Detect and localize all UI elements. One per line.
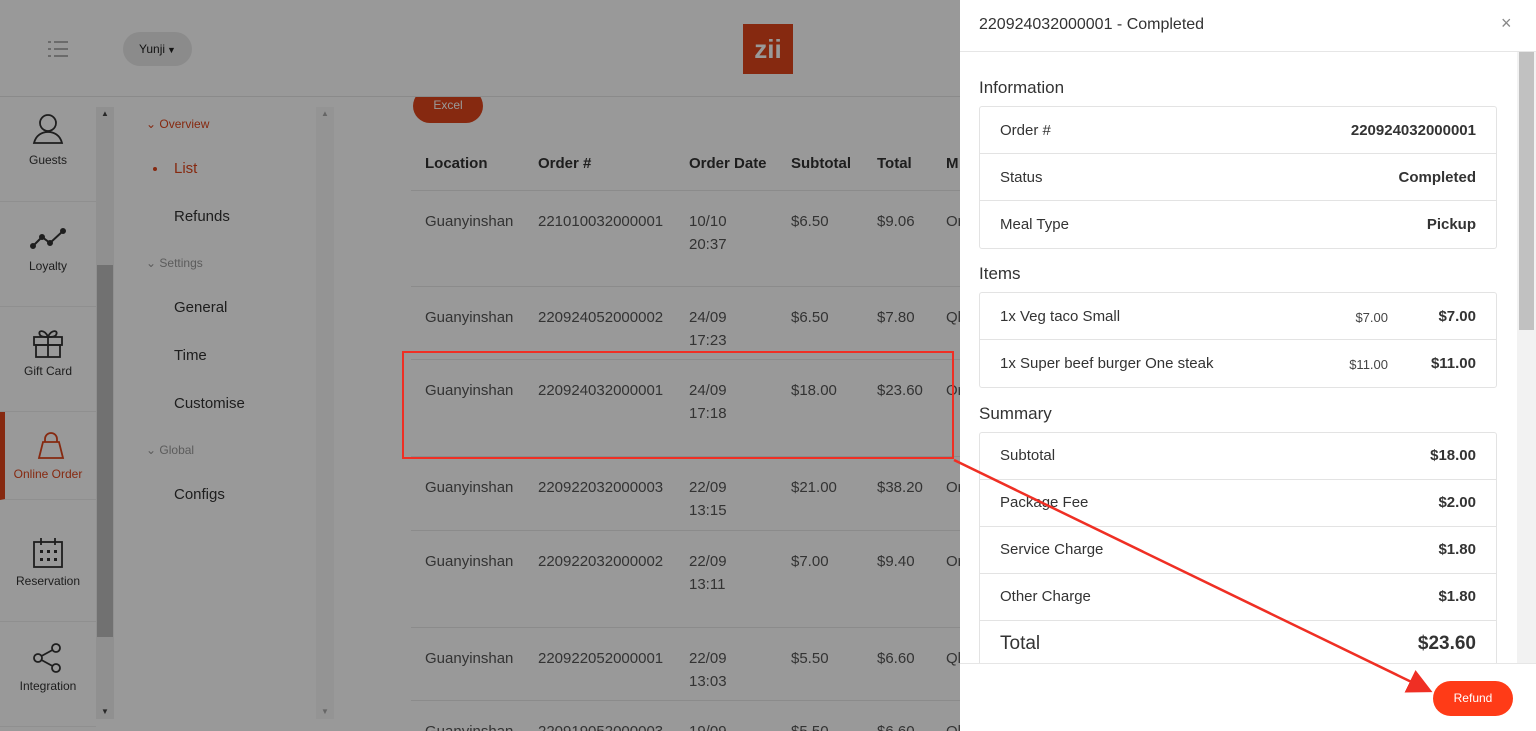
information-card: Order # 220924032000001 Status Completed…	[979, 106, 1497, 249]
summary-label: Service Charge	[1000, 541, 1104, 558]
items-card: 1x Veg taco Small $7.00 $7.00 1x Super b…	[979, 292, 1497, 388]
summary-card: Subtotal $18.00 Package Fee $2.00 Servic…	[979, 432, 1497, 663]
item-label: 1x Veg taco Small	[1000, 308, 1121, 325]
item-unit-price: $11.00	[1349, 357, 1388, 372]
item-row: 1x Veg taco Small $7.00 $7.00	[980, 293, 1496, 340]
scrollbar-thumb[interactable]	[1519, 52, 1534, 330]
drawer-scrollbar[interactable]	[1517, 52, 1536, 663]
item-line-total: $7.00	[1438, 308, 1476, 325]
section-title-information: Information	[979, 78, 1065, 97]
summary-label: Package Fee	[1000, 494, 1089, 511]
section-title-summary: Summary	[979, 404, 1052, 423]
item-unit-price: $7.00	[1355, 310, 1388, 325]
annotation-highlight-box	[402, 351, 954, 459]
info-label: Order #	[1000, 122, 1051, 139]
summary-row-service-charge: Service Charge $1.80	[980, 527, 1496, 574]
order-detail-drawer: 220924032000001 - Completed × Informatio…	[960, 0, 1536, 731]
summary-label: Subtotal	[1000, 447, 1056, 464]
info-label: Meal Type	[1000, 216, 1069, 233]
summary-label: Other Charge	[1000, 588, 1091, 605]
summary-row-other-charge: Other Charge $1.80	[980, 574, 1496, 621]
info-value: 220924032000001	[1350, 122, 1476, 139]
info-label: Status	[1000, 169, 1043, 186]
summary-value: $1.80	[1438, 588, 1476, 605]
summary-value: $2.00	[1438, 494, 1476, 511]
drawer-title: 220924032000001 - Completed	[979, 16, 1205, 33]
drawer-footer: Refund	[960, 663, 1536, 731]
item-row: 1x Super beef burger One steak $11.00 $1…	[980, 340, 1496, 387]
refund-button[interactable]: Refund	[1433, 681, 1513, 716]
close-icon[interactable]: ×	[1501, 13, 1512, 34]
drawer-body: Information Order # 220924032000001 Stat…	[960, 52, 1536, 663]
info-value: Completed	[1398, 169, 1476, 186]
summary-row-subtotal: Subtotal $18.00	[980, 433, 1496, 480]
info-row-status: Status Completed	[980, 154, 1496, 201]
summary-total-label: Total	[1000, 633, 1041, 654]
summary-value: $1.80	[1438, 541, 1476, 558]
summary-row-total: Total $23.60	[980, 621, 1496, 663]
section-title-items: Items	[979, 264, 1021, 283]
item-label: 1x Super beef burger One steak	[1000, 355, 1214, 372]
info-value: Pickup	[1426, 216, 1476, 233]
app-window: Yunji ▼ zii Guests Loyalty Gift Card Onl…	[0, 0, 1536, 731]
summary-total-value: $23.60	[1417, 633, 1476, 654]
info-row-meal-type: Meal Type Pickup	[980, 201, 1496, 248]
summary-value: $18.00	[1430, 447, 1476, 464]
item-line-total: $11.00	[1430, 355, 1476, 372]
info-row-order: Order # 220924032000001	[980, 107, 1496, 154]
drawer-header: 220924032000001 - Completed ×	[960, 0, 1536, 52]
summary-row-package-fee: Package Fee $2.00	[980, 480, 1496, 527]
